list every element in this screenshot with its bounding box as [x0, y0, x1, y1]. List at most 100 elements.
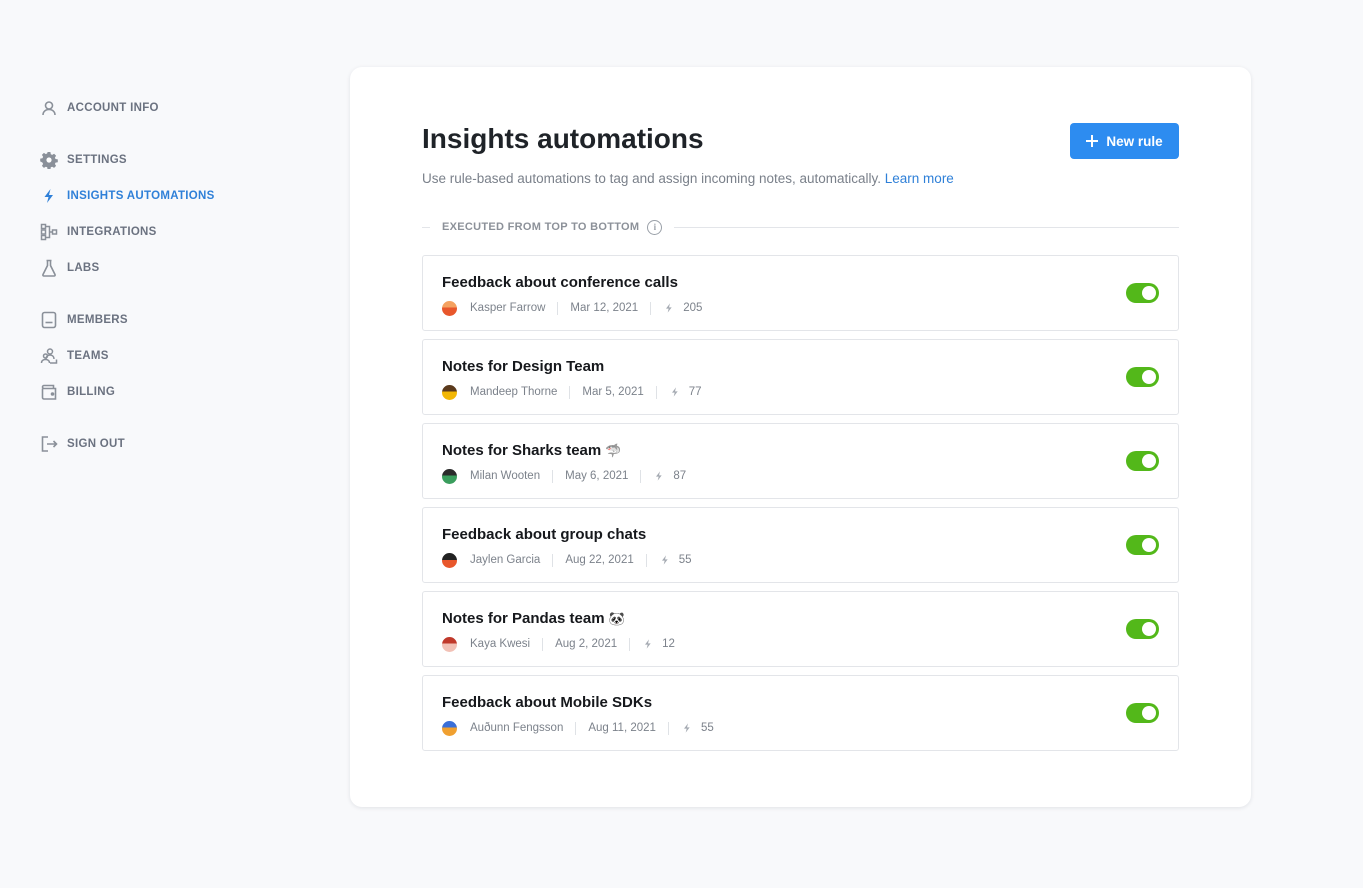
- nav-group: ACCOUNT INFO: [40, 90, 270, 126]
- rule-title-text: Notes for Design Team: [442, 358, 605, 375]
- avatar: [442, 384, 457, 400]
- meta-separator: [557, 301, 559, 315]
- sidebar-item-insights-automations[interactable]: INSIGHTS AUTOMATIONS: [40, 178, 270, 214]
- rule-date: May 6, 2021: [565, 470, 629, 482]
- sidebar-item-labs[interactable]: LABS: [40, 250, 270, 286]
- meta-separator: [655, 385, 657, 399]
- rule-toggle[interactable]: [1126, 535, 1159, 555]
- rule-title: Notes for Design Team: [442, 358, 604, 375]
- sidebar: ACCOUNT INFO SETTINGS INSIGHTS AUTOMATIONS…: [40, 90, 270, 478]
- meta-separator: [569, 385, 571, 399]
- rule-toggle[interactable]: [1126, 619, 1159, 639]
- meta-separator: [552, 469, 554, 483]
- settings-card: Insights automations Use rule-based auto…: [350, 67, 1251, 807]
- rule-title: Notes for Sharks team 🦈: [442, 442, 621, 459]
- rule-date: Aug 2, 2021: [555, 638, 618, 650]
- sign-out-icon: [40, 435, 58, 453]
- sidebar-item-sign-out[interactable]: SIGN OUT: [40, 426, 270, 462]
- user-icon: [40, 99, 58, 117]
- bolt-icon: [669, 386, 681, 398]
- rule-author: Kaya Kwesi: [470, 638, 531, 650]
- toggle-knob: [1142, 370, 1156, 384]
- rule-meta: Milan Wooten May 6, 2021 87: [442, 468, 686, 484]
- rule-title: Notes for Pandas team 🐼: [442, 610, 625, 627]
- sidebar-item-label: MEMBERS: [67, 314, 128, 326]
- meta-separator: [575, 721, 577, 735]
- sidebar-item-teams[interactable]: TEAMS: [40, 338, 270, 374]
- rule-title: Feedback about group chats: [442, 526, 646, 543]
- sidebar-item-billing[interactable]: BILLING: [40, 374, 270, 410]
- rule-row[interactable]: Notes for Pandas team 🐼 Kaya Kwesi Aug 2,…: [422, 591, 1179, 667]
- avatar: [442, 300, 457, 316]
- rule-execution-count: 77: [688, 386, 702, 398]
- rule-row[interactable]: Notes for Design Team Mandeep Thorne Mar…: [422, 339, 1179, 415]
- sidebar-item-label: SIGN OUT: [67, 438, 125, 450]
- toggle-knob: [1142, 454, 1156, 468]
- toggle-knob: [1142, 538, 1156, 552]
- sidebar-item-label: INTEGRATIONS: [67, 226, 157, 238]
- toggle-knob: [1142, 622, 1156, 636]
- info-icon[interactable]: i: [647, 219, 663, 235]
- nav-group: SETTINGS INSIGHTS AUTOMATIONS INTEGRATIONS…: [40, 142, 270, 286]
- divider-line-left: [422, 226, 430, 228]
- plus-icon: [1086, 135, 1099, 147]
- toggle-knob: [1142, 706, 1156, 720]
- sidebar-item-label: INSIGHTS AUTOMATIONS: [67, 190, 215, 202]
- meta-separator: [650, 301, 652, 315]
- rule-row[interactable]: Feedback about group chats Jaylen Garcia…: [422, 507, 1179, 583]
- bolt-icon: [642, 638, 654, 650]
- rule-author: Mandeep Thorne: [470, 386, 558, 398]
- rule-row[interactable]: Notes for Sharks team 🦈 Milan Wooten May …: [422, 423, 1179, 499]
- rule-toggle[interactable]: [1126, 367, 1159, 387]
- bolt-icon: [40, 187, 58, 205]
- page-subtitle: Use rule-based automations to tag and as…: [422, 171, 954, 186]
- rule-author: Kasper Farrow: [470, 302, 546, 314]
- learn-more-link[interactable]: Learn more: [885, 171, 954, 186]
- meta-separator: [645, 553, 647, 567]
- rule-meta: Kasper Farrow Mar 12, 2021 205: [442, 300, 702, 316]
- avatar: [442, 468, 457, 484]
- sidebar-item-members[interactable]: MEMBERS: [40, 302, 270, 338]
- sidebar-item-settings[interactable]: SETTINGS: [40, 142, 270, 178]
- rule-emoji: 🐼: [608, 611, 625, 626]
- rule-title-text: Notes for Sharks team: [442, 442, 602, 459]
- sidebar-item-integrations[interactable]: INTEGRATIONS: [40, 214, 270, 250]
- rule-title-text: Feedback about conference calls: [442, 274, 678, 291]
- meta-separator: [542, 637, 544, 651]
- wallet-icon: [40, 383, 58, 401]
- rule-execution-count: 87: [673, 470, 687, 482]
- sidebar-item-label: ACCOUNT INFO: [67, 102, 159, 114]
- rule-author: Jaylen Garcia: [470, 554, 541, 566]
- rules-list: Feedback about conference calls Kasper F…: [422, 255, 1179, 759]
- rule-meta: Jaylen Garcia Aug 22, 2021 55: [442, 552, 692, 568]
- rule-toggle[interactable]: [1126, 451, 1159, 471]
- rule-date: Mar 5, 2021: [582, 386, 644, 398]
- rule-execution-count: 55: [700, 722, 714, 734]
- rule-toggle[interactable]: [1126, 283, 1159, 303]
- meta-separator: [667, 721, 669, 735]
- sidebar-item-label: SETTINGS: [67, 154, 127, 166]
- nav-group: MEMBERS TEAMS BILLING: [40, 302, 270, 410]
- sidebar-item-label: TEAMS: [67, 350, 109, 362]
- rule-title-text: Notes for Pandas team: [442, 610, 605, 627]
- teams-icon: [40, 347, 58, 365]
- bolt-icon: [653, 470, 665, 482]
- subtitle-text: Use rule-based automations to tag and as…: [422, 171, 882, 186]
- meta-separator: [629, 637, 631, 651]
- integrations-icon: [40, 223, 58, 241]
- rule-row[interactable]: Feedback about conference calls Kasper F…: [422, 255, 1179, 331]
- avatar: [442, 720, 457, 736]
- new-rule-button[interactable]: New rule: [1070, 123, 1179, 159]
- avatar: [442, 552, 457, 568]
- rule-row[interactable]: Feedback about Mobile SDKs Auðunn Fengss…: [422, 675, 1179, 751]
- rule-toggle[interactable]: [1126, 703, 1159, 723]
- sidebar-item-account-info[interactable]: ACCOUNT INFO: [40, 90, 270, 126]
- rule-title: Feedback about conference calls: [442, 274, 678, 291]
- rule-date: Aug 11, 2021: [588, 722, 656, 734]
- meta-separator: [640, 469, 642, 483]
- rule-meta: Mandeep Thorne Mar 5, 2021 77: [442, 384, 702, 400]
- rule-emoji: 🦈: [605, 443, 622, 458]
- members-icon: [40, 311, 58, 329]
- page-title: Insights automations: [422, 123, 704, 154]
- rule-execution-count: 12: [662, 638, 675, 650]
